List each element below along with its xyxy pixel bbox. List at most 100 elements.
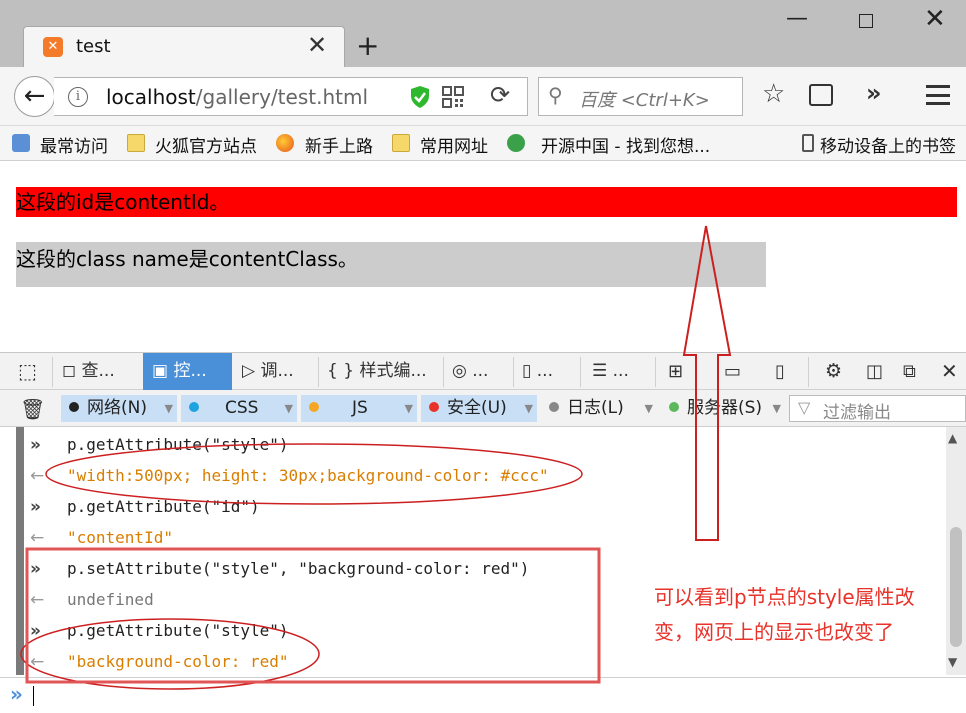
network-icon: ☰: [592, 361, 613, 381]
bookmark-item[interactable]: 开源中国 - 找到您想...: [541, 132, 710, 157]
chevron-down-icon: ▼: [524, 402, 533, 415]
filter-funnel-icon: ▽: [798, 398, 811, 417]
devtools-toolbar: ⬚ ◻ 查... ▣ 控... ▷ 调... { } 样式编... ◎ ... …: [0, 352, 966, 390]
annotation-text: 可以看到p节点的style属性改变，网页上的显示也改变了: [654, 585, 915, 644]
search-bar[interactable]: ⚲ 百度 <Ctrl+K>: [538, 77, 743, 116]
firefox-icon: [276, 134, 294, 152]
tab-memory[interactable]: ▯ ...: [522, 353, 582, 390]
bookmarks-list-icon[interactable]: [809, 84, 833, 106]
css-dot-icon: [189, 402, 199, 412]
bookmark-item[interactable]: 移动设备上的书签: [820, 132, 956, 157]
divider: [513, 357, 514, 387]
shield-icon[interactable]: [409, 85, 431, 109]
chevron-down-icon: ▼: [772, 402, 781, 415]
qr-code-icon[interactable]: [442, 86, 464, 108]
bookmarks-bar: 最常访问 火狐官方站点 新手上路 常用网址 开源中国 - 找到您想... 移动设…: [0, 126, 966, 161]
element-picker-icon[interactable]: ⬚: [18, 353, 48, 390]
filter-net[interactable]: 网络(N) ▼: [61, 395, 177, 422]
reload-icon[interactable]: ⟳: [490, 81, 510, 109]
title-bar: ✕ test ✕ + — ✕: [0, 0, 966, 67]
responsive-icon[interactable]: ▭: [724, 353, 746, 390]
divider: [808, 357, 809, 387]
scroll-down-icon[interactable]: ▼: [948, 655, 957, 669]
filter-output-input[interactable]: ▽ 过滤输出: [789, 395, 966, 423]
tab-style-editor[interactable]: { } 样式编...: [327, 353, 442, 390]
tab-network[interactable]: ☰ ...: [592, 353, 652, 390]
page-content: 这段的id是contentId。 这段的class name是contentCl…: [0, 162, 966, 352]
oschina-icon: [507, 134, 525, 152]
server-dot-icon: [669, 402, 679, 412]
url-text[interactable]: localhost/gallery/test.html: [106, 85, 368, 109]
undock-window-icon[interactable]: ⧉: [903, 353, 925, 390]
chevron-down-icon: ▼: [644, 402, 653, 415]
tab-performance[interactable]: ◎ ...: [452, 353, 512, 390]
scroll-up-icon[interactable]: ▲: [948, 431, 957, 445]
bookmark-item[interactable]: 火狐官方站点: [155, 132, 257, 157]
tab-console[interactable]: ▣ 控...: [143, 353, 232, 390]
input-marker-icon: »: [30, 559, 41, 579]
trash-icon[interactable]: 🗑: [20, 397, 45, 421]
security-dot-icon: [429, 402, 439, 412]
maximize-button[interactable]: [859, 14, 873, 28]
prompt-icon: »: [10, 682, 23, 706]
log-dot-icon: [549, 402, 559, 412]
new-tab-button[interactable]: +: [356, 30, 379, 62]
filter-logging[interactable]: 日志(L) ▼: [541, 395, 657, 422]
inspector-icon: ◻: [62, 361, 82, 381]
hamburger-menu-icon[interactable]: [926, 85, 950, 105]
settings-gear-icon[interactable]: ⚙: [825, 353, 847, 390]
devtools-close-icon[interactable]: ✕: [941, 353, 963, 390]
filter-security[interactable]: 安全(U) ▼: [421, 395, 537, 422]
divider: [580, 357, 581, 387]
input-marker-icon: »: [30, 435, 41, 455]
info-icon[interactable]: i: [68, 87, 88, 107]
bookmark-item[interactable]: 常用网址: [420, 132, 488, 157]
bookmark-item[interactable]: 新手上路: [305, 132, 373, 157]
filter-css[interactable]: CSS ▼: [181, 395, 297, 422]
input-marker-icon: »: [30, 621, 41, 641]
debugger-icon: ▷: [242, 361, 261, 381]
chevron-down-icon: ▼: [164, 402, 173, 415]
memory-icon: ▯: [522, 361, 537, 381]
tab-title: test: [76, 36, 111, 57]
output-arrow-icon: ←: [30, 466, 45, 486]
js-dot-icon: [309, 402, 319, 412]
filter-js[interactable]: JS ▼: [301, 395, 417, 422]
navigation-bar: ← i localhost/gallery/test.html ⟳ ⚲ 百度 <…: [0, 67, 966, 126]
scratchpad-icon[interactable]: ⊞: [668, 353, 690, 390]
most-visited-icon: [12, 134, 30, 152]
tab-close-icon[interactable]: ✕: [307, 31, 327, 59]
xampp-icon: ✕: [43, 37, 63, 57]
input-marker-icon: »: [30, 497, 41, 517]
style-editor-icon: { }: [327, 361, 360, 381]
console-filter-bar: 🗑 网络(N) ▼ CSS ▼ JS ▼ 安全(U) ▼ 日志(L) ▼ 服务器(S) ▼ …: [0, 390, 966, 427]
divider: [655, 357, 656, 387]
scroll-thumb[interactable]: [950, 527, 962, 647]
search-icon: ⚲: [548, 83, 563, 107]
folder-icon: [392, 134, 410, 152]
folder-icon: [127, 134, 145, 152]
url-bar[interactable]: i localhost/gallery/test.html ⟳: [54, 77, 528, 116]
console-gutter: [16, 427, 24, 675]
divider: [318, 357, 319, 387]
tab-debugger[interactable]: ▷ 调...: [242, 353, 314, 390]
browser-tab[interactable]: ✕ test ✕: [23, 26, 345, 67]
divider: [52, 357, 53, 387]
phone-icon[interactable]: ▯: [775, 353, 795, 390]
divider: [443, 357, 444, 387]
minimize-button[interactable]: —: [786, 6, 808, 31]
dock-side-icon[interactable]: ◫: [866, 353, 888, 390]
bookmark-item[interactable]: 最常访问: [40, 132, 108, 157]
text-caret: [33, 686, 34, 706]
console-command-input[interactable]: »: [0, 677, 966, 713]
filter-server[interactable]: 服务器(S) ▼: [661, 395, 785, 422]
more-tools-icon[interactable]: »: [866, 79, 882, 107]
mobile-icon: [802, 134, 814, 152]
console-icon: ▣: [152, 361, 174, 381]
back-button[interactable]: ←: [14, 76, 55, 117]
tab-inspector[interactable]: ◻ 查...: [62, 353, 142, 390]
console-scrollbar[interactable]: ▲ ▼: [946, 427, 966, 675]
bookmark-star-icon[interactable]: ☆: [762, 79, 785, 109]
window-close-button[interactable]: ✕: [924, 4, 946, 34]
paragraph-content-id: 这段的id是contentId。: [16, 187, 957, 217]
